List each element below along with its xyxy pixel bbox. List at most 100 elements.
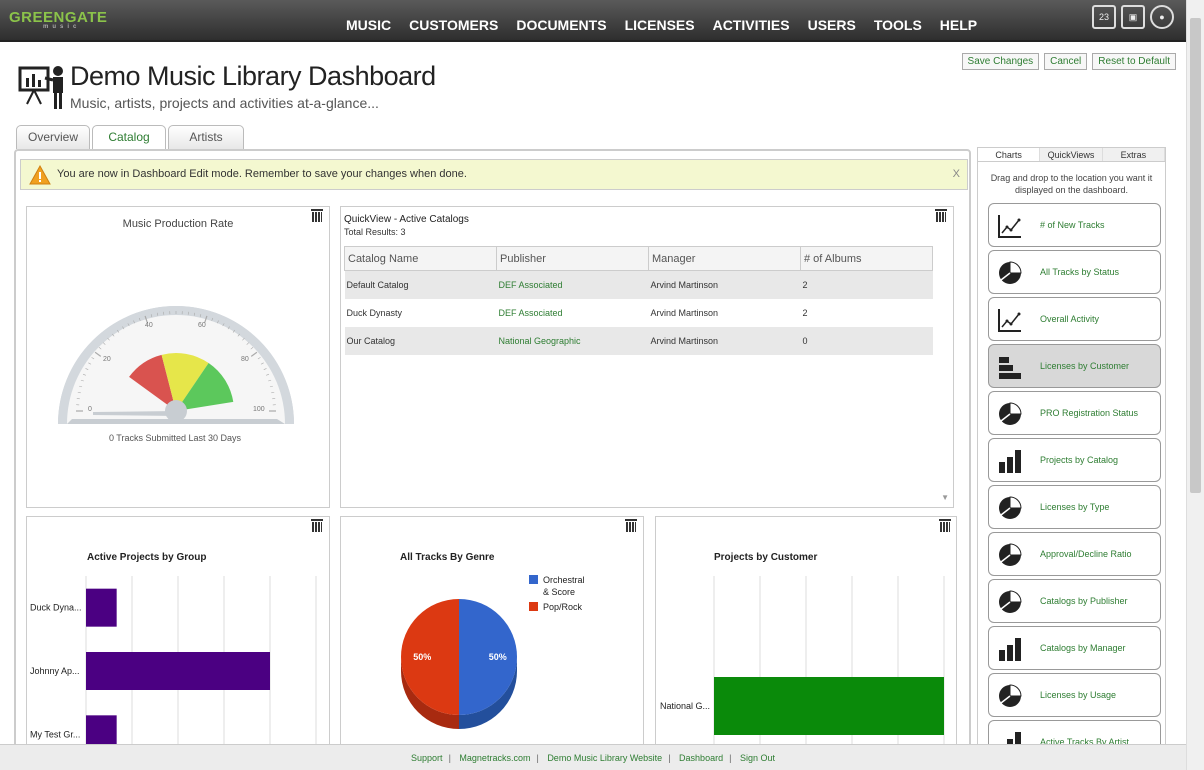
catalogs-table: Catalog Name Publisher Manager # of Albu…	[344, 246, 933, 355]
palette-item-label: Projects by Catalog	[1040, 455, 1119, 465]
legend-label: Pop/Rock	[543, 602, 583, 612]
pie-chart-icon	[997, 495, 1023, 521]
gauge-tick-100: 100	[253, 406, 265, 413]
legend-swatch	[529, 575, 538, 584]
footer-link-demo-website[interactable]: Demo Music Library Website	[547, 753, 662, 763]
palette-item[interactable]: Licenses by Type	[988, 485, 1161, 529]
tab-charts[interactable]: Charts	[978, 148, 1041, 161]
nav-music[interactable]: MUSIC	[346, 17, 391, 33]
bar-1[interactable]	[86, 652, 270, 690]
palette-item[interactable]: All Tracks by Status	[988, 250, 1161, 294]
quickview-total-results: Total Results: 3	[344, 227, 406, 237]
widget-palette: Charts QuickViews Extras Drag and drop t…	[977, 147, 1166, 747]
support-headset-icon[interactable]: ●	[1150, 5, 1174, 29]
tab-catalog[interactable]: Catalog	[92, 125, 166, 151]
cell-publisher-link[interactable]: DEF Associated	[496, 270, 649, 299]
trash-icon[interactable]	[311, 519, 323, 532]
nav-help[interactable]: HELP	[940, 17, 977, 33]
legend-label: & Score	[543, 587, 575, 597]
tab-overview[interactable]: Overview	[16, 125, 90, 149]
column-num-albums[interactable]: # of Albums	[800, 246, 933, 271]
palette-item[interactable]: Overall Activity	[988, 297, 1161, 341]
projects-by-customer-bar-chart: National G...	[660, 576, 945, 747]
calendar-icon[interactable]: 23	[1092, 5, 1116, 29]
column-publisher[interactable]: Publisher	[496, 246, 649, 271]
footer-link-dashboard[interactable]: Dashboard	[679, 753, 723, 763]
table-row[interactable]: Default Catalog DEF Associated Arvind Ma…	[344, 270, 933, 299]
palette-item[interactable]: # of New Tracks	[988, 203, 1161, 247]
palette-item-label: Licenses by Usage	[1040, 690, 1117, 700]
scrollbar-thumb[interactable]	[1190, 18, 1201, 493]
footer-link-magnetracks[interactable]: Magnetracks.com	[459, 753, 530, 763]
palette-tabs: Charts QuickViews Extras	[978, 148, 1165, 162]
active-projects-bar-chart: Duck Dyna... Johnny Ap... My Test Gr...	[30, 576, 317, 747]
nav-licenses[interactable]: LICENSES	[625, 17, 695, 33]
logo[interactable]: GREENGATE music	[9, 9, 107, 30]
palette-item-label: Overall Activity	[1040, 314, 1100, 324]
palette-item[interactable]: Licenses by Usage	[988, 673, 1161, 717]
palette-item[interactable]: Catalogs by Manager	[988, 626, 1161, 670]
palette-item[interactable]: Catalogs by Publisher	[988, 579, 1161, 623]
active-projects-by-group-panel[interactable]: Active Projects by Group Duck Dyna... Joh…	[26, 516, 330, 748]
nav-customers[interactable]: CUSTOMERS	[409, 17, 498, 33]
top-icons: 23 ▣ ●	[1092, 5, 1174, 29]
column-manager[interactable]: Manager	[648, 246, 801, 271]
cell-manager: Arvind Martinson	[648, 326, 801, 355]
reset-to-default-button[interactable]: Reset to Default	[1092, 53, 1176, 70]
line-chart-icon	[997, 307, 1023, 333]
nav-users[interactable]: USERS	[808, 17, 856, 33]
top-navigation-bar: GREENGATE music MUSIC CUSTOMERS DOCUMENTS…	[0, 0, 1186, 42]
cell-publisher-link[interactable]: National Geographic	[496, 326, 649, 355]
projects-by-customer-panel[interactable]: Projects by Customer National G...	[655, 516, 957, 748]
presentation-icon[interactable]: ▣	[1121, 5, 1145, 29]
palette-item[interactable]: Approval/Decline Ratio	[988, 532, 1161, 576]
nav-documents[interactable]: DOCUMENTS	[516, 17, 606, 33]
gauge-tick-20: 20	[103, 356, 111, 363]
nav-activities[interactable]: ACTIVITIES	[713, 17, 790, 33]
tab-quickviews[interactable]: QuickViews	[1040, 148, 1103, 161]
close-alert-button[interactable]: X	[953, 168, 960, 180]
category-label: My Test Gr...	[30, 729, 80, 739]
cell-catalog-name[interactable]: Default Catalog	[344, 270, 497, 299]
nav-tools[interactable]: TOOLS	[874, 17, 922, 33]
tab-artists[interactable]: Artists	[168, 125, 244, 149]
save-changes-button[interactable]: Save Changes	[961, 53, 1040, 70]
legend-label: Orchestral	[543, 575, 585, 585]
pie-chart-icon	[997, 260, 1023, 286]
gauge-caption: 0 Tracks Submitted Last 30 Days	[108, 433, 242, 443]
trash-icon[interactable]	[939, 519, 951, 532]
bar-0[interactable]	[86, 588, 117, 627]
gauge-tick-80: 80	[241, 356, 249, 363]
bar-0[interactable]	[714, 677, 944, 735]
cancel-button[interactable]: Cancel	[1044, 53, 1088, 70]
footer-link-sign-out[interactable]: Sign Out	[740, 753, 775, 763]
all-tracks-by-genre-panel[interactable]: All Tracks By Genre 50% 50% Orchestral & Sc…	[340, 516, 644, 748]
table-header: Catalog Name Publisher Manager # of Albu…	[344, 246, 933, 271]
quickview-active-catalogs-panel[interactable]: QuickView - Active Catalogs Total Result…	[340, 206, 954, 508]
tab-extras[interactable]: Extras	[1102, 148, 1165, 161]
palette-item[interactable]: PRO Registration Status	[988, 391, 1161, 435]
trash-icon[interactable]	[935, 209, 947, 222]
gauge-tick-60: 60	[198, 322, 206, 329]
pie-chart-icon	[997, 589, 1023, 615]
palette-item[interactable]: Licenses by Customer	[988, 344, 1161, 388]
page-scrollbar[interactable]	[1186, 0, 1204, 770]
cell-num-albums: 2	[800, 270, 933, 299]
palette-item[interactable]: Projects by Catalog	[988, 438, 1161, 482]
gauge-panel[interactable]: Music Production Rate 0 20 40 60 80 100 …	[26, 206, 330, 508]
trash-icon[interactable]	[625, 519, 637, 532]
quickview-scroll-down-icon[interactable]: ▼	[941, 493, 949, 502]
dashboard-presenter-icon	[18, 66, 63, 109]
column-catalog-name[interactable]: Catalog Name	[344, 246, 497, 271]
footer-link-support[interactable]: Support	[411, 753, 443, 763]
table-row[interactable]: Our Catalog National Geographic Arvind M…	[344, 326, 933, 355]
palette-item-label: Licenses by Customer	[1040, 361, 1130, 371]
cell-catalog-name[interactable]: Duck Dynasty	[345, 299, 497, 327]
cell-publisher-link[interactable]: DEF Associated	[497, 299, 649, 327]
palette-item[interactable]: Active Tracks By Artist	[988, 720, 1161, 746]
pie-chart-icon	[997, 401, 1023, 427]
table-row[interactable]: Duck Dynasty DEF Associated Arvind Marti…	[345, 299, 933, 327]
cell-catalog-name[interactable]: Our Catalog	[344, 326, 497, 355]
palette-item-label: Licenses by Type	[1040, 502, 1110, 512]
dashboard-tabs: Overview Catalog Artists	[16, 125, 244, 151]
